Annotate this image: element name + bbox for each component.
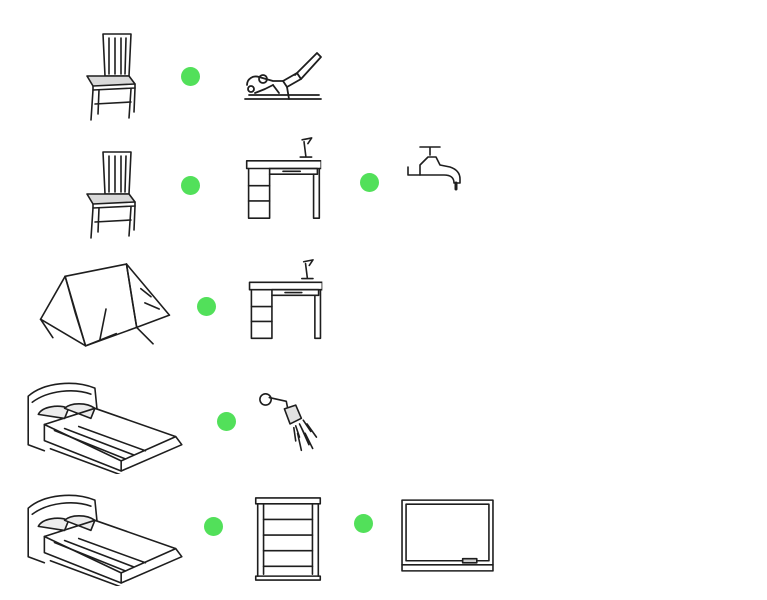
desk-icon [240,136,326,222]
desk-icon [244,258,326,342]
faucet-icon [405,143,467,193]
match-dot[interactable] [181,67,200,86]
bed-icon [24,490,186,586]
matching-worksheet [0,0,767,600]
bed-icon [24,378,186,474]
match-dot[interactable] [217,412,236,431]
match-dot[interactable] [181,176,200,195]
shower-head-icon [255,390,327,456]
whiteboard-icon [400,498,496,574]
chair-icon [78,150,140,240]
match-dot[interactable] [360,173,379,192]
match-dot[interactable] [354,514,373,533]
chair-icon [78,32,140,122]
tent-icon [38,262,172,354]
sewing-machine-icon [238,45,328,105]
bookshelf-icon [252,494,324,582]
match-dot[interactable] [197,297,216,316]
match-dot[interactable] [204,517,223,536]
